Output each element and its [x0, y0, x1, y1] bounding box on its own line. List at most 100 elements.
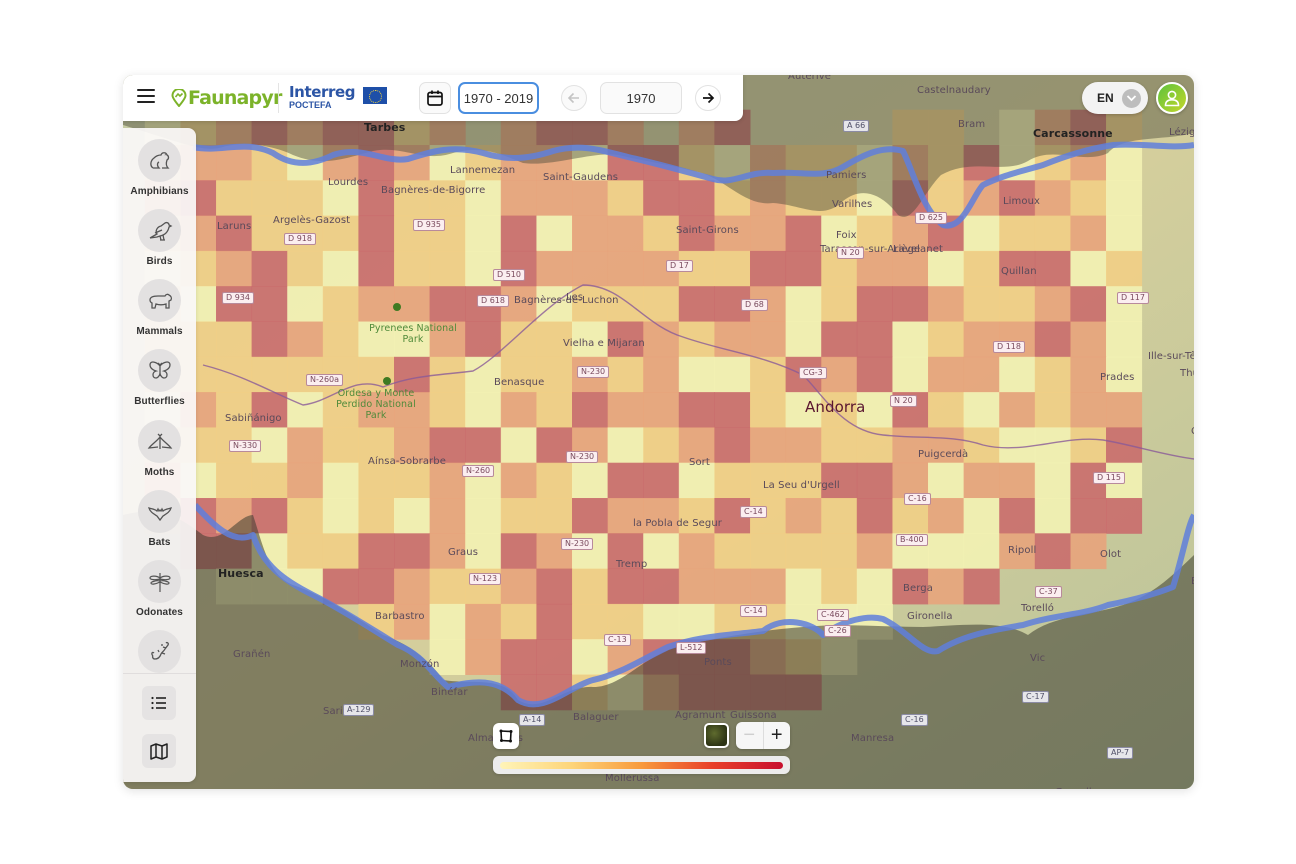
place-label: Grañén — [233, 649, 271, 660]
map-canvas[interactable]: Tarbes Auterive Castelnaudary Bram Carcasson… — [123, 75, 1194, 789]
map-view-button[interactable] — [142, 734, 176, 768]
heat-cell — [785, 568, 822, 605]
heat-cell — [500, 533, 537, 570]
heat-cell — [216, 321, 253, 358]
heat-cell — [287, 533, 324, 570]
zoom-out-button[interactable]: − — [736, 722, 764, 749]
heat-cell — [1070, 498, 1107, 534]
heat-cell — [500, 462, 537, 499]
language-selector[interactable]: EN — [1082, 82, 1148, 114]
heat-cell — [714, 321, 751, 358]
menu-button[interactable] — [137, 89, 155, 105]
place-label: Vielha e Mijaran — [563, 338, 645, 349]
heat-cell — [1106, 180, 1143, 217]
heat-cell — [322, 286, 359, 322]
heat-cell — [821, 321, 858, 358]
heat-cell — [643, 392, 680, 428]
heat-cell — [1106, 145, 1143, 181]
heat-cell — [394, 462, 431, 499]
road-shield: D 510 — [493, 269, 525, 281]
heat-cell — [785, 215, 822, 252]
heat-cell — [607, 568, 644, 605]
zoom-in-button[interactable]: + — [764, 722, 791, 749]
next-year-button[interactable] — [695, 85, 721, 111]
arrow-left-icon — [567, 92, 579, 104]
heat-cell — [322, 250, 359, 287]
heat-cell — [322, 533, 359, 570]
heat-cell — [856, 462, 893, 499]
previous-year-button[interactable] — [561, 85, 587, 111]
taxon-label: Bats — [148, 537, 171, 548]
date-range-selector[interactable]: 1970 - 2019 — [458, 82, 539, 114]
heat-cell — [892, 356, 929, 393]
heat-cell — [856, 427, 893, 464]
heat-cell — [536, 639, 573, 675]
heat-cell — [429, 250, 466, 287]
taxon-mammals[interactable]: Mammals — [123, 279, 196, 337]
heat-cell — [714, 533, 751, 570]
heat-cell — [287, 392, 324, 428]
heat-cell — [714, 568, 751, 605]
place-label: Tarascon-sur-Ariège — [820, 244, 921, 255]
heat-cell — [928, 462, 965, 499]
place-label: La Seu d'Urgell — [763, 480, 840, 491]
road-shield: D 935 — [413, 219, 445, 231]
heat-cell — [821, 498, 858, 534]
heat-cell — [643, 286, 680, 322]
place-label: Puigcerdà — [918, 449, 969, 460]
heat-cell — [1034, 356, 1071, 393]
heat-cell — [1070, 427, 1107, 464]
heat-cell — [216, 180, 253, 217]
road-shield: C-14 — [740, 506, 767, 518]
heat-cell — [678, 356, 715, 393]
heat-cell — [536, 180, 573, 217]
polygon-select-icon — [499, 729, 513, 743]
satellite-layer-icon[interactable] — [704, 723, 729, 748]
place-label: Ponts — [704, 657, 732, 668]
heat-cell — [1034, 392, 1071, 428]
taxon-butterflies[interactable]: Butterflies — [123, 349, 196, 407]
taxon-reptiles[interactable] — [123, 630, 196, 673]
calendar-button[interactable] — [419, 82, 451, 114]
taxon-birds[interactable]: Birds — [123, 209, 196, 267]
taxon-moths[interactable]: Moths — [123, 420, 196, 478]
heat-cell — [678, 286, 715, 322]
heat-cell — [928, 392, 965, 428]
road-shield: N-330 — [229, 440, 262, 452]
heat-cell — [287, 250, 324, 287]
heat-cell — [1070, 286, 1107, 322]
heat-cell — [1070, 250, 1107, 287]
heat-cell — [678, 462, 715, 499]
park-tree-icon — [393, 303, 401, 311]
moth-icon — [147, 433, 172, 449]
app-window: Tarbes Auterive Castelnaudary Bram Carcasson… — [123, 75, 1194, 789]
list-view-button[interactable] — [142, 686, 176, 720]
road-shield: D 934 — [222, 292, 254, 304]
park-tree-icon — [383, 377, 391, 385]
taxon-odonates[interactable]: Odonates — [123, 560, 196, 618]
heat-cell — [928, 498, 965, 534]
taxon-bats[interactable]: Bats — [123, 490, 196, 548]
heat-cell — [643, 215, 680, 252]
place-label: Benasque — [494, 377, 545, 388]
road-shield: C-17 — [1022, 691, 1049, 703]
heat-cell — [500, 392, 537, 428]
heat-cell — [500, 568, 537, 605]
road-shield: L-512 — [676, 642, 707, 654]
taxon-label: Moths — [144, 467, 175, 478]
heat-cell — [1106, 498, 1143, 534]
heat-cell — [678, 533, 715, 570]
current-year-field[interactable]: 1970 — [600, 82, 682, 114]
user-account-button[interactable] — [1156, 82, 1188, 114]
heat-cell — [358, 568, 395, 605]
place-label: Ripoll — [1008, 545, 1037, 556]
heat-cell — [322, 321, 359, 358]
taxon-amphibians[interactable]: Amphibians — [123, 139, 196, 197]
draw-polygon-button[interactable] — [493, 723, 519, 749]
place-label: Vic — [1030, 653, 1046, 664]
road-shield: A-129 — [343, 704, 375, 716]
heat-cell — [536, 498, 573, 534]
heat-cell — [322, 498, 359, 534]
heat-cell — [643, 356, 680, 393]
place-label: Sabiñánigo — [225, 413, 282, 424]
